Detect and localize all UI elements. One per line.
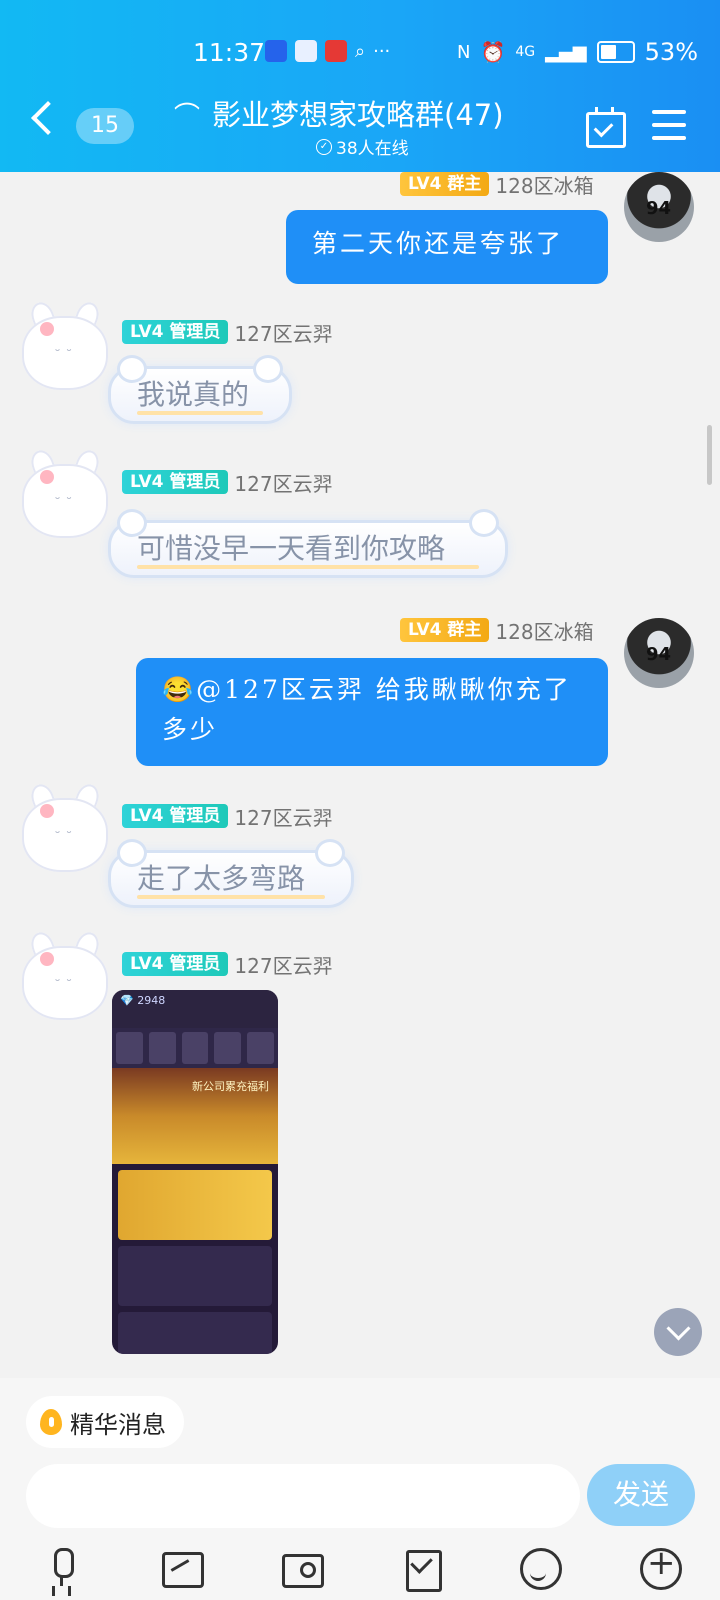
online-count: 38人在线 [336, 139, 409, 159]
notification-icons: ⌕ ··· [265, 40, 390, 62]
message-bubble[interactable]: 我说真的 [108, 355, 292, 424]
sender-name[interactable]: 127区云羿 [234, 950, 332, 979]
level-tag: LV4 管理员 [122, 320, 229, 344]
game-banner: 新公司累充福利 [112, 1068, 278, 1164]
check-icon: ✓ [316, 138, 332, 155]
nav-bar: 15 ⌒ 影业梦想家攻略群(47) ✓ 38人在线 [0, 86, 720, 166]
message-input[interactable] [26, 1464, 580, 1528]
avatar[interactable]: ˘ ˘ [16, 781, 108, 872]
game-reward-panel [118, 1170, 272, 1240]
message-bubble[interactable]: 😂@127区云羿 给我瞅瞅你充了多少 [136, 658, 608, 766]
sender-name[interactable]: 127区云羿 [234, 318, 332, 347]
flame-icon [40, 1409, 62, 1435]
back-icon[interactable] [31, 101, 65, 135]
essence-messages-button[interactable]: 精华消息 [26, 1396, 184, 1448]
scrollbar[interactable] [707, 425, 712, 485]
app-notification-icon [295, 40, 317, 62]
more-notifications-icon: ··· [373, 40, 391, 62]
alarm-icon: ⏰ [480, 40, 506, 64]
menu-icon[interactable] [652, 110, 686, 140]
sender-name[interactable]: 128区冰箱 [495, 170, 593, 199]
microphone-icon[interactable] [40, 1546, 84, 1590]
online-status[interactable]: ✓ 38人在线 [316, 134, 409, 159]
network-icon: 4G [515, 44, 536, 60]
image-icon[interactable] [160, 1546, 204, 1590]
avatar[interactable]: ˘ ˘ [16, 299, 108, 390]
battery-percent: 53% [644, 38, 698, 66]
essence-label: 精华消息 [70, 1410, 166, 1439]
avatar[interactable]: 94 [624, 172, 694, 242]
status-right: N ⏰ 4G ▂▄▆ 53% [457, 38, 698, 66]
sender-info: LV4 管理员 127区云羿 [122, 468, 333, 497]
sender-name[interactable]: 127区云羿 [234, 802, 332, 831]
game-reward-panel [118, 1312, 272, 1354]
message-text: 走了太多弯路 [137, 862, 306, 895]
level-tag: LV4 群主 [400, 618, 490, 642]
sender-info: LV4 群主 128区冰箱 [400, 170, 594, 199]
sender-info: LV4 群主 128区冰箱 [400, 616, 594, 645]
plus-icon[interactable] [638, 1543, 682, 1590]
sender-name[interactable]: 127区云羿 [234, 468, 332, 497]
level-tag: LV4 管理员 [122, 470, 229, 494]
sender-info: LV4 管理员 127区云羿 [122, 802, 333, 831]
avatar[interactable]: 94 [624, 618, 694, 688]
group-title[interactable]: 影业梦想家攻略群(47) [212, 92, 504, 134]
image-message[interactable]: 💎 2948 新公司累充福利 [112, 990, 278, 1354]
search-icon: ⌕ [355, 40, 366, 62]
nfc-icon: N [456, 41, 471, 63]
camera-icon[interactable] [280, 1546, 324, 1590]
game-tabs [112, 1028, 278, 1068]
level-tag: LV4 管理员 [122, 804, 229, 828]
message-text: 我说真的 [137, 378, 250, 411]
input-area: 精华消息 发送 [0, 1378, 720, 1600]
emoji-icon[interactable] [518, 1546, 562, 1590]
level-tag: LV4 群主 [400, 172, 490, 196]
avatar[interactable]: ˘ ˘ [16, 929, 108, 1020]
app-notification-icon [325, 40, 347, 62]
status-bar: 11:37 ⌕ ··· N ⏰ 4G ▂▄▆ 53% [0, 34, 720, 74]
level-tag: LV4 管理员 [122, 952, 229, 976]
top-bar: 11:37 ⌕ ··· N ⏰ 4G ▂▄▆ 53% 15 ⌒ 影业梦想家攻略群… [0, 0, 720, 172]
sender-info: LV4 管理员 127区云羿 [122, 950, 333, 979]
signal-icon: ▂▄▆ [545, 41, 587, 63]
ear-mode-icon[interactable]: ⌒ [174, 96, 200, 133]
send-button[interactable]: 发送 [587, 1464, 695, 1526]
red-packet-icon[interactable] [402, 1546, 446, 1592]
avatar[interactable]: ˘ ˘ [16, 447, 108, 538]
message-bubble[interactable]: 可惜没早一天看到你攻略 [108, 509, 508, 578]
game-reward-panel [118, 1246, 272, 1306]
sender-info: LV4 管理员 127区云羿 [122, 318, 333, 347]
input-toolbar [0, 1538, 720, 1598]
game-header: 💎 2948 [112, 990, 278, 1028]
message-bubble[interactable]: 第二天你还是夸张了 [286, 210, 608, 284]
sender-name[interactable]: 128区冰箱 [495, 616, 593, 645]
status-time: 11:37 [193, 38, 266, 67]
message-text: 可惜没早一天看到你攻略 [137, 532, 446, 565]
calendar-icon[interactable] [586, 107, 626, 148]
scroll-down-button[interactable] [654, 1308, 702, 1356]
unread-count-badge[interactable]: 15 [76, 108, 134, 144]
message-bubble[interactable]: 走了太多弯路 [108, 839, 354, 908]
battery-icon [596, 41, 635, 63]
app-notification-icon [265, 40, 287, 62]
